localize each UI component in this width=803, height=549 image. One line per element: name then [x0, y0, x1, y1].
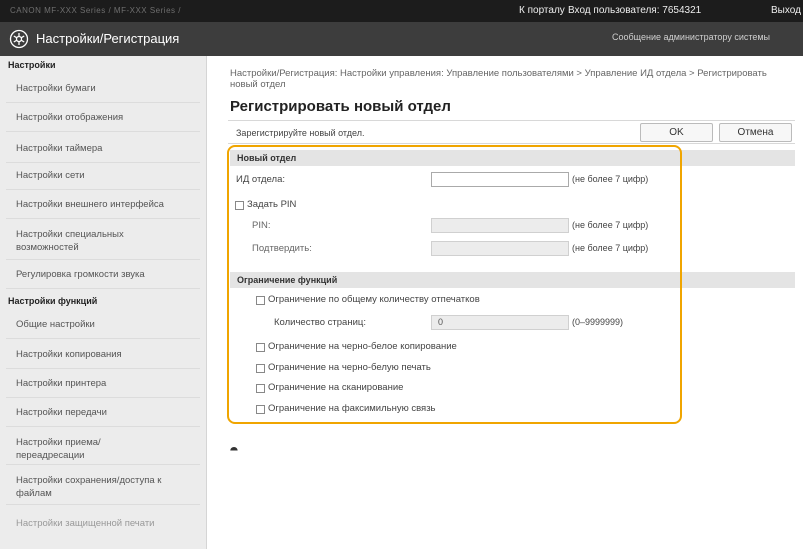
divider: [6, 162, 200, 163]
confirm-pin-input[interactable]: [431, 241, 569, 256]
sidebar-item-volume[interactable]: Регулировка громкости звука: [0, 268, 206, 281]
sidebar-item-send[interactable]: Настройки передачи: [0, 406, 206, 419]
set-pin-label: Задать PIN: [247, 199, 297, 210]
info-bar: Зарегистрируйте новый отдел. OK Отмена: [228, 120, 795, 144]
divider: [6, 426, 200, 427]
sidebar-item-common[interactable]: Общие настройки: [0, 318, 206, 331]
info-message: Зарегистрируйте новый отдел.: [236, 128, 365, 138]
page-title: Регистрировать новый отдел: [230, 98, 451, 115]
confirm-pin-label: Подтвердить:: [252, 243, 312, 254]
limit-scan-label: Ограничение на сканирование: [268, 382, 404, 393]
limit-fax-label: Ограничение на факсимильную связь: [268, 403, 436, 414]
sidebar-section-settings: Настройки: [8, 60, 56, 70]
breadcrumb: Настройки/Регистрация: Настройки управле…: [230, 68, 767, 90]
section-function-limits: Ограничение функций: [230, 272, 795, 288]
main-content: Настройки/Регистрация: Настройки управле…: [222, 56, 803, 549]
pin-label: PIN:: [252, 220, 271, 231]
app-title: Настройки/Регистрация: [36, 31, 180, 46]
ok-button[interactable]: OK: [640, 123, 713, 142]
limit-bw-print-checkbox[interactable]: [256, 364, 265, 373]
portal-link[interactable]: К порталу: [519, 5, 565, 16]
divider: [6, 259, 200, 260]
device-name: CANON MF-XXX Series / MF-XXX Series /: [10, 6, 181, 15]
sidebar-item-copy[interactable]: Настройки копирования: [0, 348, 206, 361]
top-bar: CANON MF-XXX Series / MF-XXX Series / К …: [0, 0, 803, 22]
limit-bw-print-label: Ограничение на черно-белую печать: [268, 362, 431, 373]
cancel-button[interactable]: Отмена: [719, 123, 792, 142]
pages-range-hint: (0–9999999): [572, 317, 624, 327]
limit-bw-copy-label: Ограничение на черно-белое копирование: [268, 341, 457, 352]
divider: [6, 368, 200, 369]
limit-fax-checkbox[interactable]: [256, 405, 265, 414]
sidebar-item-display[interactable]: Настройки отображения: [0, 111, 206, 124]
limit-scan-checkbox[interactable]: [256, 384, 265, 393]
admin-message-link[interactable]: Сообщение администратору системы: [612, 32, 770, 42]
login-user-label: Вход пользователя: 7654321: [568, 5, 702, 16]
sidebar-item-external-interface[interactable]: Настройки внешнего интерфейса: [0, 198, 206, 211]
section-new-department: Новый отдел: [230, 150, 795, 166]
limit-total-label: Ограничение по общему количеству отпечат…: [268, 294, 480, 305]
limit-bw-copy-checkbox[interactable]: [256, 343, 265, 352]
sidebar-item-network[interactable]: Настройки сети: [0, 169, 206, 182]
divider: [6, 288, 200, 289]
sidebar-item-timer[interactable]: Настройки таймера: [0, 142, 206, 155]
divider: [6, 397, 200, 398]
pin-input[interactable]: [431, 218, 569, 233]
pin-hint: (не более 7 цифр): [572, 220, 649, 230]
limit-total-checkbox[interactable]: [256, 296, 265, 305]
dept-id-label: ИД отдела:: [236, 174, 285, 185]
divider: [6, 504, 200, 505]
sidebar-item-paper[interactable]: Настройки бумаги: [0, 82, 206, 95]
back-to-top-icon[interactable]: ⯊: [230, 446, 238, 457]
sidebar-item-receive-forward[interactable]: Настройки приема/переадресации: [0, 436, 130, 462]
sidebar-item-store-access[interactable]: Настройки сохранения/доступа к файлам: [0, 474, 180, 500]
confirm-pin-hint: (не более 7 цифр): [572, 243, 649, 253]
sidebar: Настройки Настройки бумаги Настройки ото…: [0, 56, 207, 549]
pages-label: Количество страниц:: [274, 317, 366, 328]
pages-input[interactable]: 0: [431, 315, 569, 330]
title-bar: Настройки/Регистрация Сообщение админист…: [0, 22, 803, 56]
sidebar-item-secure-print[interactable]: Настройки защищенной печати: [0, 517, 206, 530]
set-pin-checkbox[interactable]: [235, 201, 244, 210]
dept-id-input[interactable]: [431, 172, 569, 187]
divider: [6, 218, 200, 219]
divider: [6, 102, 200, 103]
divider: [6, 464, 200, 465]
divider: [6, 189, 200, 190]
dept-id-hint: (не более 7 цифр): [572, 174, 649, 184]
logout-link[interactable]: Выход: [771, 5, 801, 16]
sidebar-section-functions: Настройки функций: [8, 296, 98, 306]
divider: [6, 338, 200, 339]
sidebar-item-printer[interactable]: Настройки принтера: [0, 377, 206, 390]
divider: [6, 131, 200, 132]
settings-logo-icon: [9, 29, 29, 49]
sidebar-item-accessibility[interactable]: Настройки специальных возможностей: [0, 228, 150, 254]
